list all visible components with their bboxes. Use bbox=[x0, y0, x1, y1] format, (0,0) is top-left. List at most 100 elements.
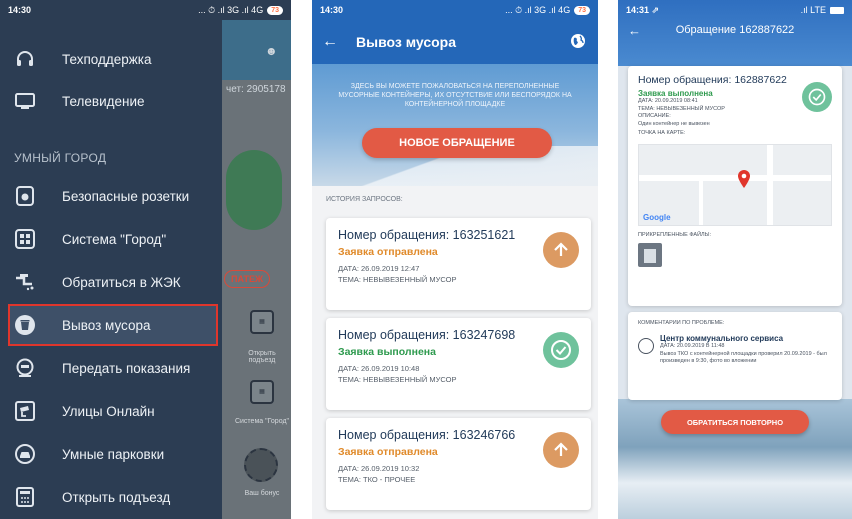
signal-indicators: ... ⏱ .ıl 3G .ıl 4G bbox=[198, 4, 264, 15]
menu-item-garbage-removal[interactable]: Вывоз мусора bbox=[8, 304, 218, 346]
menu-label: Улицы Онлайн bbox=[62, 403, 155, 419]
plumbing-icon bbox=[14, 271, 36, 293]
menu-label: Обратиться в ЖЭК bbox=[62, 274, 181, 290]
request-date: ДАТА: 26.09.2019 12:47 bbox=[338, 264, 420, 273]
bonus-icon bbox=[244, 448, 278, 482]
background-header bbox=[222, 20, 291, 80]
page-title: Обращение 162887622 bbox=[675, 24, 795, 36]
tv-icon bbox=[14, 90, 36, 112]
status-time: 14:30 bbox=[8, 5, 32, 15]
status-time: 14:30 bbox=[320, 5, 344, 15]
menu-item-housing-office[interactable]: Обратиться в ЖЭК bbox=[0, 261, 222, 303]
menu-label: Открыть подъезд bbox=[62, 489, 171, 505]
request-card[interactable]: Номер обращения: 163247698 Заявка выполн… bbox=[326, 318, 591, 410]
google-logo: Google bbox=[643, 212, 671, 222]
menu-item-streets-online[interactable]: Улицы Онлайн bbox=[0, 390, 222, 432]
trash-icon bbox=[14, 314, 36, 336]
check-circle-icon bbox=[543, 332, 579, 368]
status-bar: 14:30 ... ⏱ .ıl 3G .ıl 4G 73 bbox=[312, 0, 598, 20]
map-label: ТОЧКА НА КАРТЕ: bbox=[638, 130, 686, 136]
comment-author: Центр коммунального сервиса bbox=[660, 334, 784, 343]
city-system-tile-icon: ▦ bbox=[250, 380, 274, 404]
status-time: 14:31 ⇗ bbox=[626, 4, 660, 15]
request-date: ДАТА: 26.09.2019 10:48 bbox=[338, 364, 420, 373]
request-topic: ТЕМА: ТКО - ПРОЧЕЕ bbox=[338, 475, 416, 484]
menu-item-safe-sockets[interactable]: Безопасные розетки bbox=[0, 175, 222, 217]
map-pin-icon bbox=[737, 169, 751, 194]
screen-side-menu: 14:30 ... ⏱ .ıl 3G .ıl 4G 73 ☻ чет: 2905… bbox=[0, 0, 291, 519]
menu-item-city-system[interactable]: Система "Город" bbox=[0, 218, 222, 260]
status-bar: 14:30 ... ⏱ .ıl 3G .ıl 4G 73 bbox=[0, 0, 291, 20]
menu-label: Умные парковки bbox=[62, 446, 165, 462]
camera-icon bbox=[14, 400, 36, 422]
battery-icon bbox=[830, 6, 844, 14]
check-circle-icon bbox=[802, 82, 832, 112]
description-label: ОПИСАНИЕ: bbox=[638, 113, 671, 119]
section-title: УМНЫЙ ГОРОД bbox=[14, 151, 107, 165]
request-number: Номер обращения: 163251621 bbox=[338, 228, 516, 242]
intercom-tile-icon: ▦ bbox=[250, 310, 274, 334]
files-label: ПРИКРЕПЛЕННЫЕ ФАЙЛЫ: bbox=[638, 231, 712, 238]
meter-icon bbox=[14, 357, 36, 379]
menu-label: Безопасные розетки bbox=[62, 188, 190, 204]
city-system-icon bbox=[14, 228, 36, 250]
location-map[interactable]: Google bbox=[638, 143, 832, 226]
repeat-request-button[interactable]: ОБРАТИТЬСЯ ПОВТОРНО bbox=[661, 410, 809, 434]
request-number: Номер обращения: 163247698 bbox=[338, 328, 516, 342]
bonus-caption: Ваш бонус bbox=[244, 490, 280, 497]
globe-icon[interactable] bbox=[570, 33, 586, 54]
hero-banner: ЗДЕСЬ ВЫ МОЖЕТЕ ПОЖАЛОВАТЬСЯ НА ПЕРЕПОЛН… bbox=[312, 64, 598, 186]
request-topic: ТЕМА: НЕВЫВЕЗЕННЫЙ МУСОР bbox=[638, 105, 725, 112]
comments-card: КОММЕНТАРИИ ПО ПРОБЛЕМЕ: Центр коммуналь… bbox=[628, 312, 842, 400]
request-card[interactable]: Номер обращения: 163251621 Заявка отправ… bbox=[326, 218, 591, 310]
info-text: ЗДЕСЬ ВЫ МОЖЕТЕ ПОЖАЛОВАТЬСЯ НА ПЕРЕПОЛН… bbox=[338, 83, 572, 108]
battery-icon: 73 bbox=[267, 5, 283, 15]
request-card[interactable]: Номер обращения: 163246766 Заявка отправ… bbox=[326, 418, 591, 510]
arrow-up-icon bbox=[543, 432, 579, 468]
app-bar: ← Вывоз мусора bbox=[312, 20, 598, 64]
menu-label: Техподдержка bbox=[62, 51, 152, 67]
menu-label: Телевидение bbox=[62, 93, 145, 109]
background-balance-circle bbox=[226, 150, 282, 230]
menu-label: Система "Город" bbox=[62, 231, 167, 247]
screen-garbage-removal: 14:30 ... ⏱ .ıl 3G .ıl 4G 73 ← Вывоз мус… bbox=[312, 0, 598, 519]
user-icon: ☻ bbox=[265, 44, 278, 58]
arrow-up-icon bbox=[543, 232, 579, 268]
app-bar: 14:31 ⇗ .ıl LTE ← Обращение 162887622 bbox=[618, 0, 852, 66]
intercom-icon bbox=[14, 486, 36, 508]
menu-label: Вывоз мусора bbox=[62, 317, 151, 333]
request-number: Номер обращения: 162887622 bbox=[638, 74, 787, 86]
menu-item-open-entrance[interactable]: Открыть подъезд bbox=[0, 476, 222, 518]
smiley-icon bbox=[638, 338, 654, 354]
history-title: ИСТОРИЯ ЗАПРОСОВ: bbox=[326, 196, 403, 203]
socket-icon bbox=[14, 185, 36, 207]
headset-icon bbox=[14, 48, 36, 70]
comments-label: КОММЕНТАРИИ ПО ПРОБЛЕМЕ: bbox=[638, 320, 725, 326]
request-date: ДАТА: 26.09.2019 10:32 bbox=[338, 464, 420, 473]
menu-item-tv[interactable]: Телевидение bbox=[0, 80, 222, 122]
request-number: Номер обращения: 163246766 bbox=[338, 428, 516, 442]
menu-item-meter-readings[interactable]: Передать показания bbox=[0, 347, 222, 389]
navigation-drawer: Техподдержка Телевидение УМНЫЙ ГОРОД Без… bbox=[0, 20, 222, 519]
tile-caption: Система "Город" bbox=[234, 418, 290, 425]
menu-label: Передать показания bbox=[62, 360, 191, 376]
background-account: чет: 2905178 bbox=[226, 84, 286, 95]
battery-icon: 73 bbox=[574, 5, 590, 15]
tile-caption: Открыть подъезд bbox=[248, 350, 276, 364]
request-topic: ТЕМА: НЕВЫВЕЗЕННЫЙ МУСОР bbox=[338, 275, 457, 284]
attached-photo-thumbnail[interactable] bbox=[638, 243, 662, 267]
menu-item-smart-parking[interactable]: Умные парковки bbox=[0, 433, 222, 475]
page-title: Вывоз мусора bbox=[356, 34, 456, 50]
new-request-button[interactable]: НОВОЕ ОБРАЩЕНИЕ bbox=[362, 128, 552, 158]
description-text: Один контейнер не вывезен bbox=[638, 120, 710, 127]
request-topic: ТЕМА: НЕВЫВЕЗЕННЫЙ МУСОР bbox=[338, 375, 457, 384]
signal-indicators: .ıl LTE bbox=[800, 5, 826, 15]
request-detail-card: Номер обращения: 162887622 Заявка выполн… bbox=[628, 66, 842, 306]
background-pay-button: ПАТЕЖ bbox=[224, 270, 271, 288]
comment-text: Вывоз ТКО с контейнерной площадки провер… bbox=[660, 350, 827, 365]
back-arrow-icon[interactable]: ← bbox=[322, 33, 338, 51]
comment-date: ДАТА: 20.09.2019 в 11:48 bbox=[660, 343, 725, 349]
signal-indicators: ... ⏱ .ıl 3G .ıl 4G bbox=[505, 4, 571, 15]
status-bar: 14:31 ⇗ .ıl LTE bbox=[618, 0, 852, 20]
menu-item-support[interactable]: Техподдержка bbox=[0, 38, 222, 80]
